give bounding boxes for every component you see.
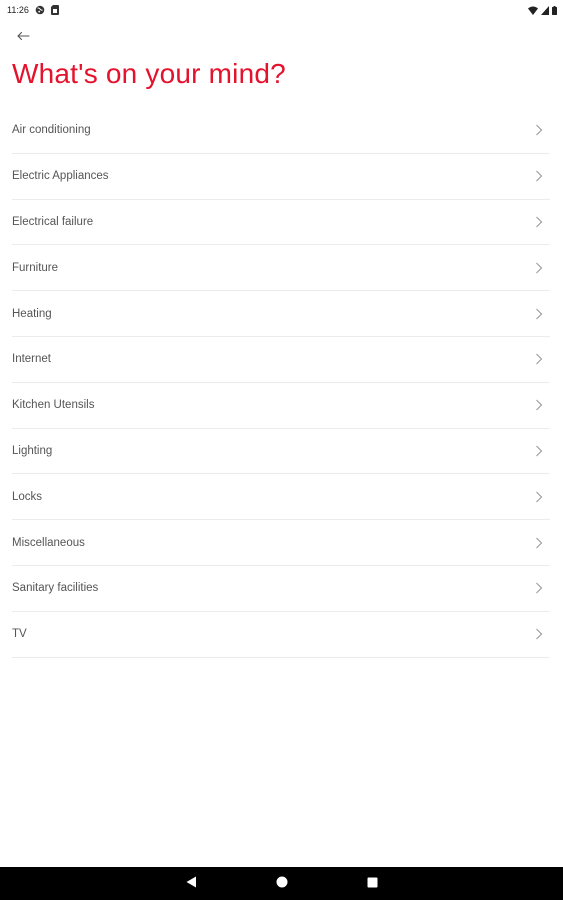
nav-back-button[interactable] [171, 867, 211, 900]
chevron-right-icon [532, 352, 546, 366]
battery-icon [552, 5, 557, 15]
list-item-label: Sanitary facilities [12, 582, 99, 595]
chevron-right-icon [532, 581, 546, 595]
list-item-label: TV [12, 628, 27, 641]
list-item[interactable]: Internet [12, 337, 550, 383]
page-title: What's on your mind? [12, 58, 286, 89]
wifi-icon [528, 6, 538, 15]
chevron-right-icon [532, 123, 546, 137]
status-time: 11:26 [7, 5, 29, 15]
category-list: Air conditioning Electric Appliances Ele… [12, 108, 550, 658]
sim-card-icon [50, 5, 59, 15]
list-item[interactable]: Lighting [12, 429, 550, 475]
system-navigation-bar [0, 867, 563, 900]
back-triangle-icon [186, 875, 197, 893]
chevron-right-icon [532, 215, 546, 229]
list-item[interactable]: TV [12, 612, 550, 658]
list-item-label: Furniture [12, 261, 59, 274]
list-item[interactable]: Air conditioning [12, 108, 550, 154]
list-item-label: Locks [12, 490, 43, 503]
back-button[interactable] [11, 27, 35, 47]
nav-home-button[interactable] [262, 867, 302, 900]
chevron-right-icon [532, 398, 546, 412]
list-item-label: Kitchen Utensils [12, 399, 95, 412]
arrow-left-icon [16, 28, 30, 46]
status-bar: 11:26 [0, 0, 563, 20]
home-circle-icon [276, 875, 288, 893]
list-item-label: Miscellaneous [12, 536, 85, 549]
chevron-right-icon [532, 444, 546, 458]
list-item[interactable]: Furniture [12, 245, 550, 292]
status-left: 11:26 [7, 5, 59, 15]
globe-icon [35, 5, 45, 15]
list-item[interactable]: Heating [12, 291, 550, 337]
status-right [528, 5, 557, 15]
list-item-label: Lighting [12, 444, 53, 457]
chevron-right-icon [532, 261, 546, 275]
recents-square-icon [367, 875, 378, 893]
list-item-label: Heating [12, 307, 52, 320]
chevron-right-icon [532, 536, 546, 550]
list-item-label: Electrical failure [12, 215, 94, 228]
signal-icon [541, 5, 549, 15]
chevron-right-icon [532, 169, 546, 183]
chevron-right-icon [532, 490, 546, 504]
list-item-label: Air conditioning [12, 124, 91, 137]
nav-recents-button[interactable] [352, 867, 392, 900]
list-item[interactable]: Electrical failure [12, 200, 550, 246]
chevron-right-icon [532, 627, 546, 641]
list-item-label: Internet [12, 353, 51, 366]
list-item[interactable]: Sanitary facilities [12, 566, 550, 612]
list-item[interactable]: Kitchen Utensils [12, 383, 550, 429]
list-item[interactable]: Locks [12, 474, 550, 521]
list-item[interactable]: Miscellaneous [12, 520, 550, 566]
chevron-right-icon [532, 307, 546, 321]
list-item[interactable]: Electric Appliances [12, 154, 550, 200]
list-item-label: Electric Appliances [12, 170, 109, 183]
